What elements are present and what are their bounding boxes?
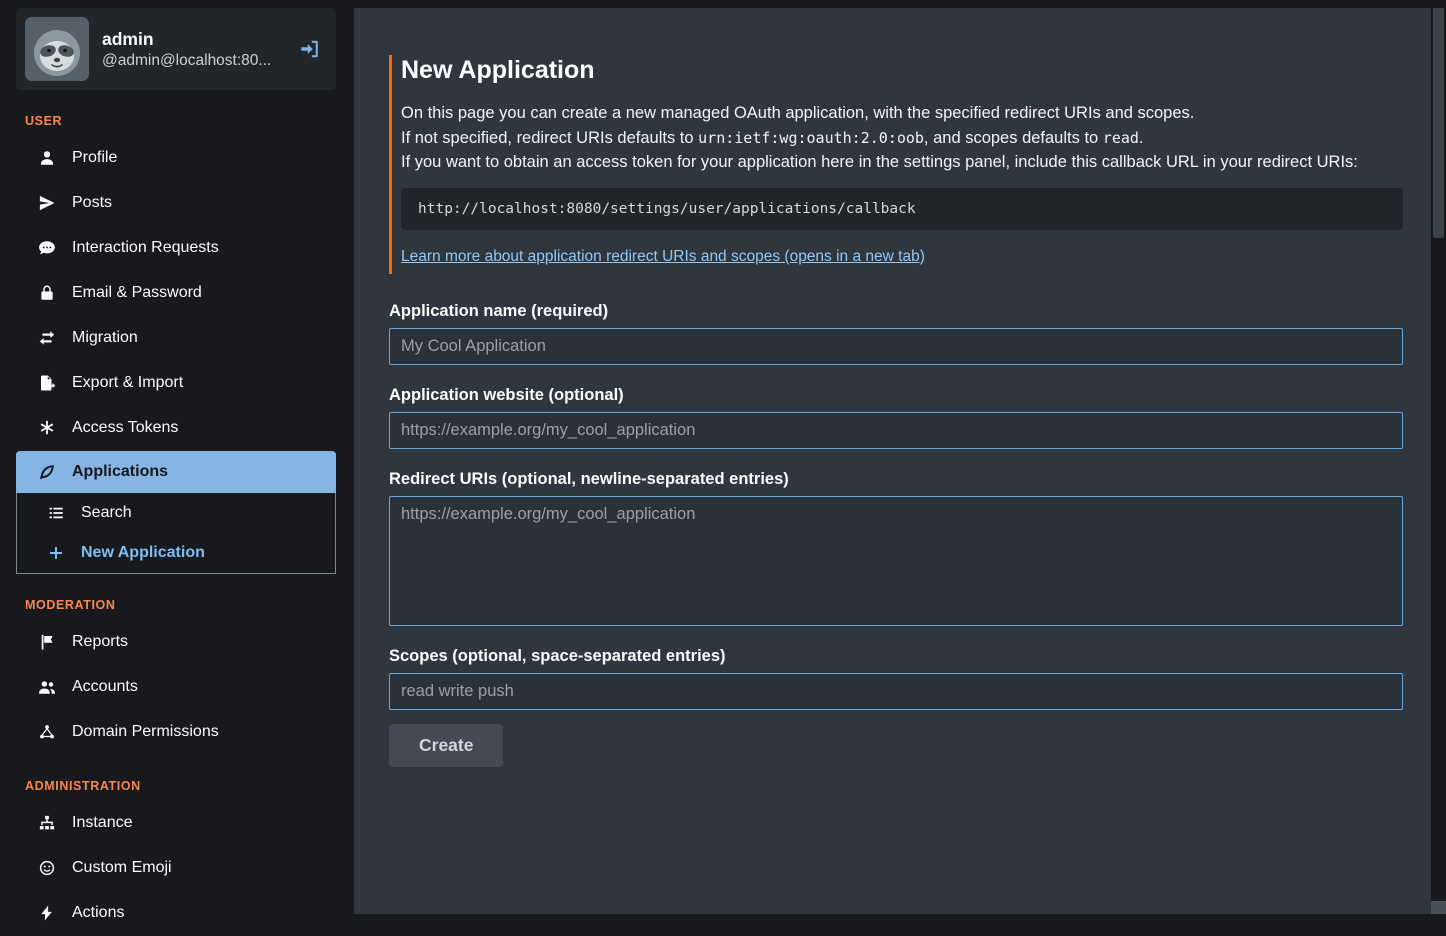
sidebar-item-label: Domain Permissions [72,720,219,744]
inline-code-read: read [1103,129,1139,147]
create-button[interactable]: Create [389,724,503,767]
nav-section-label-moderation: MODERATION [25,598,336,612]
sidebar-item-email-password[interactable]: Email & Password [16,271,336,316]
sidebar-item-label: Actions [72,901,124,925]
avatar [25,17,89,81]
sidebar-item-label: Email & Password [72,281,202,305]
arrows-left-right-icon [34,329,60,347]
sidebar-item-label: Migration [72,326,138,350]
sidebar-item-reports[interactable]: Reports [16,620,336,665]
intro-line-2-mid: , and scopes defaults to [924,129,1103,147]
users-icon [34,678,60,696]
scopes-input[interactable] [389,673,1403,710]
lock-icon [34,284,60,302]
redirect-uris-label: Redirect URIs (optional, newline-separat… [389,470,1403,489]
list-icon [43,504,69,522]
sidebar-item-migration[interactable]: Migration [16,316,336,361]
sidebar-item-export-import[interactable]: Export & Import [16,361,336,406]
sidebar-item-label: Accounts [72,675,138,699]
scopes-label: Scopes (optional, space-separated entrie… [389,647,1403,666]
paper-plane-icon [34,194,60,212]
sidebar-item-instance[interactable]: Instance [16,801,336,846]
user-icon [34,149,60,167]
intro-line-2-pre: If not specified, redirect URIs defaults… [401,129,698,147]
application-website-input[interactable] [389,412,1403,449]
intro-line-1: On this page you can create a new manage… [401,101,1403,126]
sidebar-item-label: Export & Import [72,371,183,395]
new-application-form: Application name (required) Application … [389,302,1403,767]
intro-line-2: If not specified, redirect URIs defaults… [401,126,1403,151]
flag-icon [34,633,60,651]
application-website-label: Application website (optional) [389,386,1403,405]
sidebar-item-label: Applications [72,460,168,484]
sidebar-item-label: Posts [72,191,112,215]
sidebar-item-posts[interactable]: Posts [16,181,336,226]
feather-icon [34,463,60,481]
scrollbar-thumb[interactable] [1433,8,1444,238]
user-info: admin @admin@localhost:80... [102,28,286,71]
user-name: admin [102,28,286,50]
sidebar-item-custom-emoji[interactable]: Custom Emoji [16,846,336,891]
application-name-label: Application name (required) [389,302,1403,321]
application-name-input[interactable] [389,328,1403,365]
page-title: New Application [401,55,1403,85]
nav-section-label-user: USER [25,114,336,128]
plus-icon [43,544,69,562]
new-application-page: New Application On this page you can cre… [354,8,1431,807]
bolt-icon [34,904,60,922]
sidebar-item-label: Instance [72,811,132,835]
main-panel: New Application On this page you can cre… [354,8,1431,914]
sidebar-item-label: Interaction Requests [72,236,219,260]
sidebar-item-accounts[interactable]: Accounts [16,665,336,710]
user-card[interactable]: admin @admin@localhost:80... [16,8,336,90]
vertical-scrollbar[interactable] [1431,0,1446,914]
learn-more-link[interactable]: Learn more about application redirect UR… [401,248,925,265]
redirect-uris-textarea[interactable] [389,496,1403,626]
applications-submenu: Search New Application [16,493,336,574]
sidebar-item-profile[interactable]: Profile [16,136,336,181]
intro-line-3: If you want to obtain an access token fo… [401,150,1403,175]
file-export-icon [34,374,60,392]
inline-code-oob: urn:ietf:wg:oauth:2.0:oob [698,129,924,147]
sidebar-item-interaction-requests[interactable]: Interaction Requests [16,226,336,271]
sidebar-item-access-tokens[interactable]: Access Tokens [16,406,336,451]
intro-line-2-post: . [1139,129,1144,147]
sidebar-item-label: Search [81,501,132,525]
page-header: New Application On this page you can cre… [389,55,1403,274]
sidebar-item-applications[interactable]: Applications [16,451,336,493]
sidebar-item-search[interactable]: Search [17,493,335,533]
app-window: admin @admin@localhost:80... USER Profile… [0,0,1446,914]
comments-icon [34,239,60,257]
sidebar-item-label: Reports [72,630,128,654]
circle-nodes-icon [34,723,60,741]
asterisk-icon [34,419,60,437]
callback-url-codeblock: http://localhost:8080/settings/user/appl… [401,188,1403,230]
scrollbar-corner [1431,901,1446,914]
logout-icon[interactable] [299,38,321,60]
sidebar: admin @admin@localhost:80... USER Profile… [0,0,354,914]
user-handle: @admin@localhost:80... [102,50,286,71]
sidebar-item-label: New Application [81,541,205,565]
nav-section-label-administration: ADMINISTRATION [25,779,336,793]
sidebar-item-domain-permissions[interactable]: Domain Permissions [16,710,336,755]
sitemap-icon [34,814,60,832]
sidebar-item-label: Custom Emoji [72,856,172,880]
sidebar-item-new-application[interactable]: New Application [17,533,335,573]
sidebar-item-label: Access Tokens [72,416,178,440]
sidebar-nav: USER Profile Posts Interaction Requests Emai… [16,114,336,936]
smile-icon [34,859,60,877]
sidebar-item-label: Profile [72,146,117,170]
